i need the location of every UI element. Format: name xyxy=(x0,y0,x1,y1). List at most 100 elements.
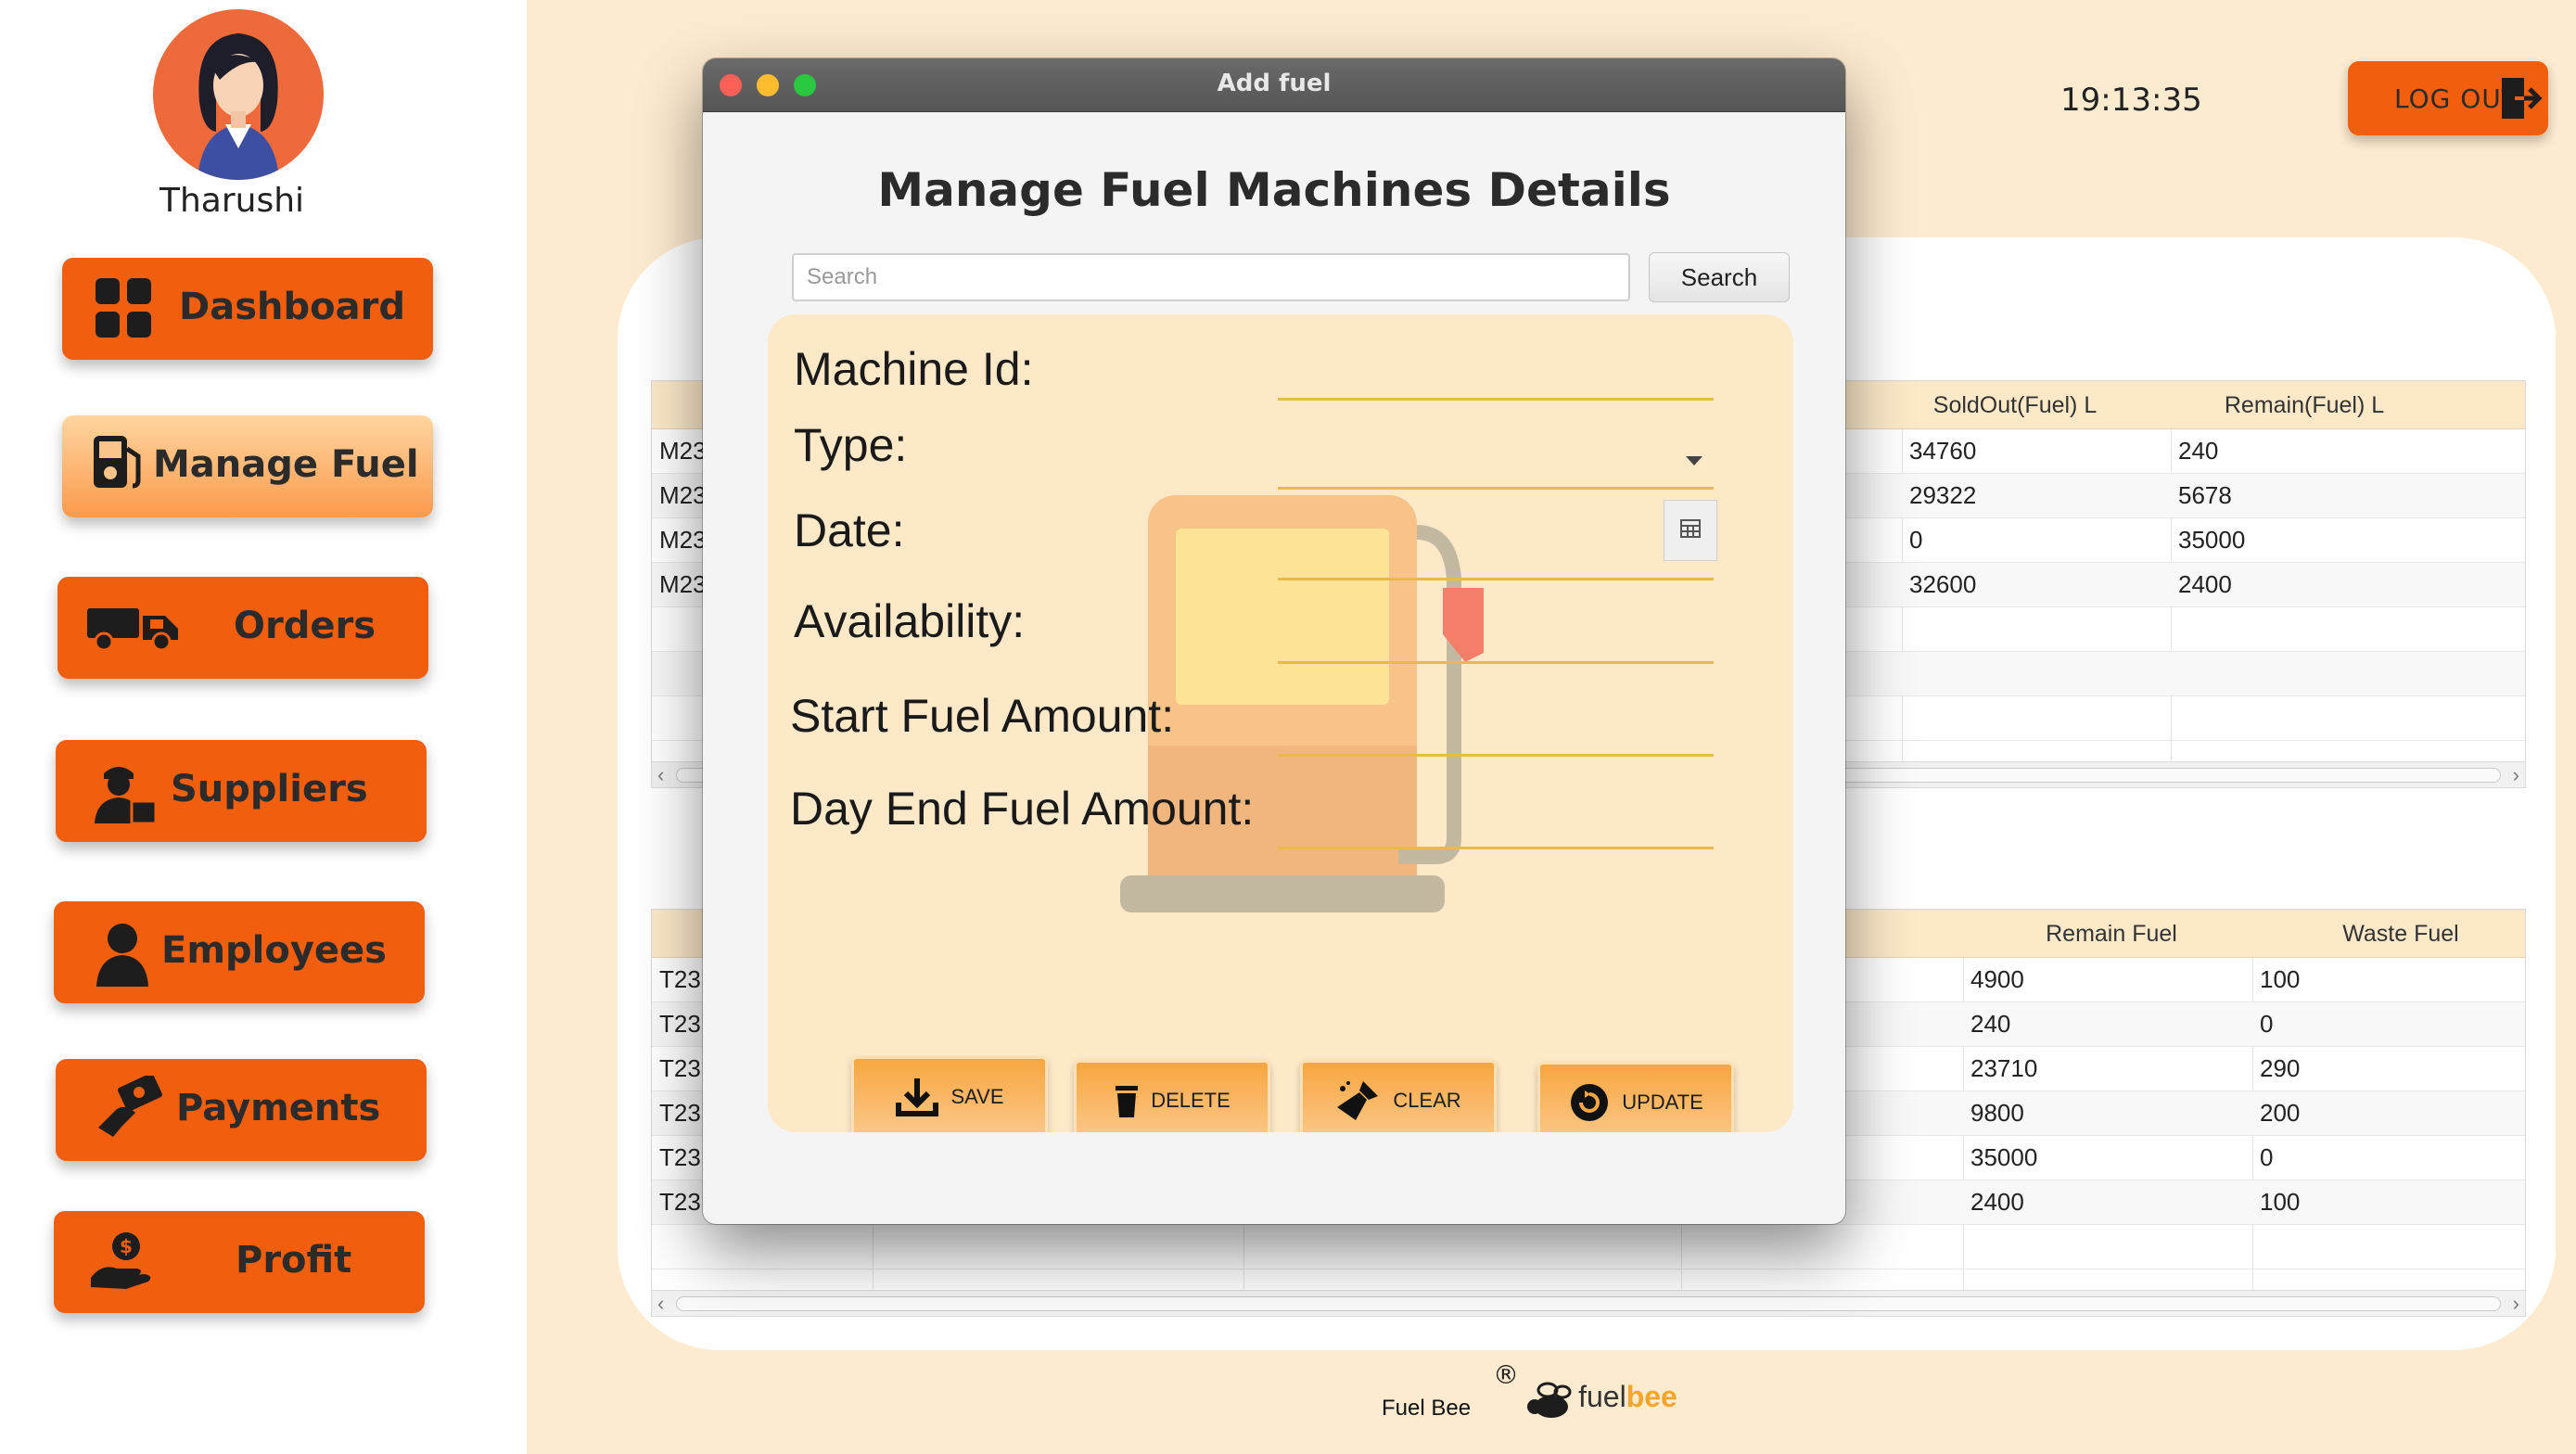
search-input[interactable] xyxy=(792,253,1630,301)
payment-hand-icon xyxy=(95,1076,165,1142)
cell-soldout: 32600 xyxy=(1909,570,1977,598)
field-underline xyxy=(1278,661,1714,664)
sidebar-item-label: Dashboard xyxy=(179,286,405,328)
cell-waste-fuel: 200 xyxy=(2260,1099,2301,1127)
field-underline xyxy=(1278,754,1714,757)
update-label: UPDATE xyxy=(1622,1090,1703,1114)
column-header-soldout: SoldOut(Fuel) L xyxy=(1932,392,2098,418)
sidebar: Tharushi Dashboard Manage Fuel Orders Su… xyxy=(0,0,527,1454)
sidebar-item-label: Payments xyxy=(176,1087,381,1129)
scroll-left-icon[interactable]: ‹ xyxy=(657,763,664,787)
profit-hand-coin-icon: $ xyxy=(89,1230,156,1291)
cell-remain-fuel: 240 xyxy=(1970,1010,2011,1038)
column-header-remain: Remain(Fuel) L xyxy=(2224,392,2385,418)
cell-remain: 35000 xyxy=(2178,526,2246,554)
day-end-fuel-amount-label: Day End Fuel Amount: xyxy=(790,783,1255,835)
cell-id: M23 xyxy=(659,526,707,554)
start-fuel-amount-label: Start Fuel Amount: xyxy=(790,690,1175,742)
column-header-waste-fuel: Waste Fuel xyxy=(2342,921,2459,947)
bee-icon xyxy=(1525,1381,1574,1425)
trash-icon xyxy=(1114,1082,1140,1119)
date-field[interactable] xyxy=(1278,511,1658,557)
field-underline xyxy=(1278,487,1714,490)
clear-label: CLEAR xyxy=(1393,1089,1461,1112)
cell-id: T23 xyxy=(659,1010,701,1038)
cell-waste-fuel: 0 xyxy=(2260,1010,2274,1038)
day-end-fuel-amount-field[interactable] xyxy=(1278,797,1714,843)
dialog-title: Add fuel xyxy=(1217,70,1332,97)
cell-waste-fuel: 0 xyxy=(2260,1143,2274,1171)
scroll-right-icon[interactable]: › xyxy=(2513,1292,2519,1316)
start-fuel-amount-field[interactable] xyxy=(1278,704,1714,750)
sidebar-item-label: Orders xyxy=(234,605,376,647)
availability-field[interactable] xyxy=(1278,611,1714,657)
delete-label: DELETE xyxy=(1151,1089,1231,1112)
cell-id: T23 xyxy=(659,965,701,993)
cell-soldout: 29322 xyxy=(1909,481,1977,509)
dialog-titlebar[interactable]: Add fuel xyxy=(703,58,1845,112)
user-avatar xyxy=(153,9,324,180)
sidebar-item-label: Profit xyxy=(236,1239,352,1282)
fuel-form-card: Machine Id: Type: Date: Availability: St… xyxy=(768,314,1793,1132)
employee-person-icon xyxy=(95,920,150,987)
type-dropdown[interactable] xyxy=(1278,426,1714,472)
cell-remain: 2400 xyxy=(2178,570,2232,598)
field-underline xyxy=(1278,847,1714,849)
sidebar-item-label: Manage Fuel xyxy=(153,443,419,486)
availability-label: Availability: xyxy=(794,595,1026,647)
scroll-left-icon[interactable]: ‹ xyxy=(657,1292,664,1316)
date-label: Date: xyxy=(794,504,905,556)
cell-waste-fuel: 100 xyxy=(2260,965,2301,993)
calendar-icon xyxy=(1680,519,1701,542)
download-icon xyxy=(895,1077,939,1117)
logout-icon xyxy=(2498,74,2543,129)
column-header-remain-fuel: Remain Fuel xyxy=(2046,921,2177,947)
cell-remain-fuel: 4900 xyxy=(1970,965,2024,993)
table-row-empty xyxy=(652,1225,2525,1269)
logout-button[interactable]: LOG OUT xyxy=(2348,61,2548,135)
cell-id: T23 xyxy=(659,1054,701,1082)
broom-icon xyxy=(1335,1079,1382,1122)
logo-word-bee: bee xyxy=(1626,1380,1677,1413)
dashboard-grid-icon xyxy=(94,276,153,339)
supplier-person-icon xyxy=(91,759,158,825)
cell-id: M23 xyxy=(659,570,707,598)
sidebar-item-profit[interactable]: $ Profit xyxy=(54,1211,425,1313)
username-label: Tharushi xyxy=(159,182,305,220)
sidebar-item-employees[interactable]: Employees xyxy=(54,901,425,1003)
update-button[interactable]: UPDATE xyxy=(1537,1062,1734,1132)
sidebar-item-dashboard[interactable]: Dashboard xyxy=(62,258,433,360)
type-label: Type: xyxy=(794,419,908,471)
horizontal-scrollbar[interactable]: ‹ › xyxy=(652,1290,2525,1316)
sidebar-item-suppliers[interactable]: Suppliers xyxy=(56,740,427,842)
delivery-truck-icon xyxy=(85,603,182,651)
machine-id-label: Machine Id: xyxy=(794,343,1034,395)
machine-id-field[interactable] xyxy=(1278,351,1714,398)
sidebar-item-manage-fuel[interactable]: Manage Fuel xyxy=(62,415,433,517)
search-button[interactable]: Search xyxy=(1649,252,1790,302)
sidebar-item-orders[interactable]: Orders xyxy=(57,577,428,679)
cell-waste-fuel: 100 xyxy=(2260,1188,2301,1216)
cell-soldout: 34760 xyxy=(1909,437,1977,465)
svg-text:$: $ xyxy=(120,1235,133,1257)
cell-id: T23 xyxy=(659,1188,701,1216)
scroll-right-icon[interactable]: › xyxy=(2513,763,2519,787)
date-picker-button[interactable] xyxy=(1664,500,1717,561)
cell-soldout: 0 xyxy=(1909,526,1923,554)
scroll-track[interactable] xyxy=(676,1296,2501,1311)
avatar-woman-icon xyxy=(153,9,324,180)
fuel-pump-icon xyxy=(90,432,147,493)
cell-remain-fuel: 2400 xyxy=(1970,1188,2024,1216)
sidebar-item-payments[interactable]: Payments xyxy=(56,1059,427,1161)
cell-id: M23 xyxy=(659,481,707,509)
footer-brand-text: Fuel Bee xyxy=(1382,1396,1472,1421)
save-button[interactable]: SAVE xyxy=(851,1056,1048,1132)
clear-button[interactable]: CLEAR xyxy=(1300,1060,1497,1132)
cell-id: M23 xyxy=(659,437,707,465)
save-label: SAVE xyxy=(950,1085,1004,1108)
add-fuel-dialog: Add fuel Manage Fuel Machines Details Se… xyxy=(703,58,1845,1224)
sidebar-item-label: Employees xyxy=(161,929,387,972)
delete-button[interactable]: DELETE xyxy=(1074,1060,1270,1132)
chevron-down-icon[interactable] xyxy=(1684,453,1704,471)
field-underline xyxy=(1278,578,1714,580)
